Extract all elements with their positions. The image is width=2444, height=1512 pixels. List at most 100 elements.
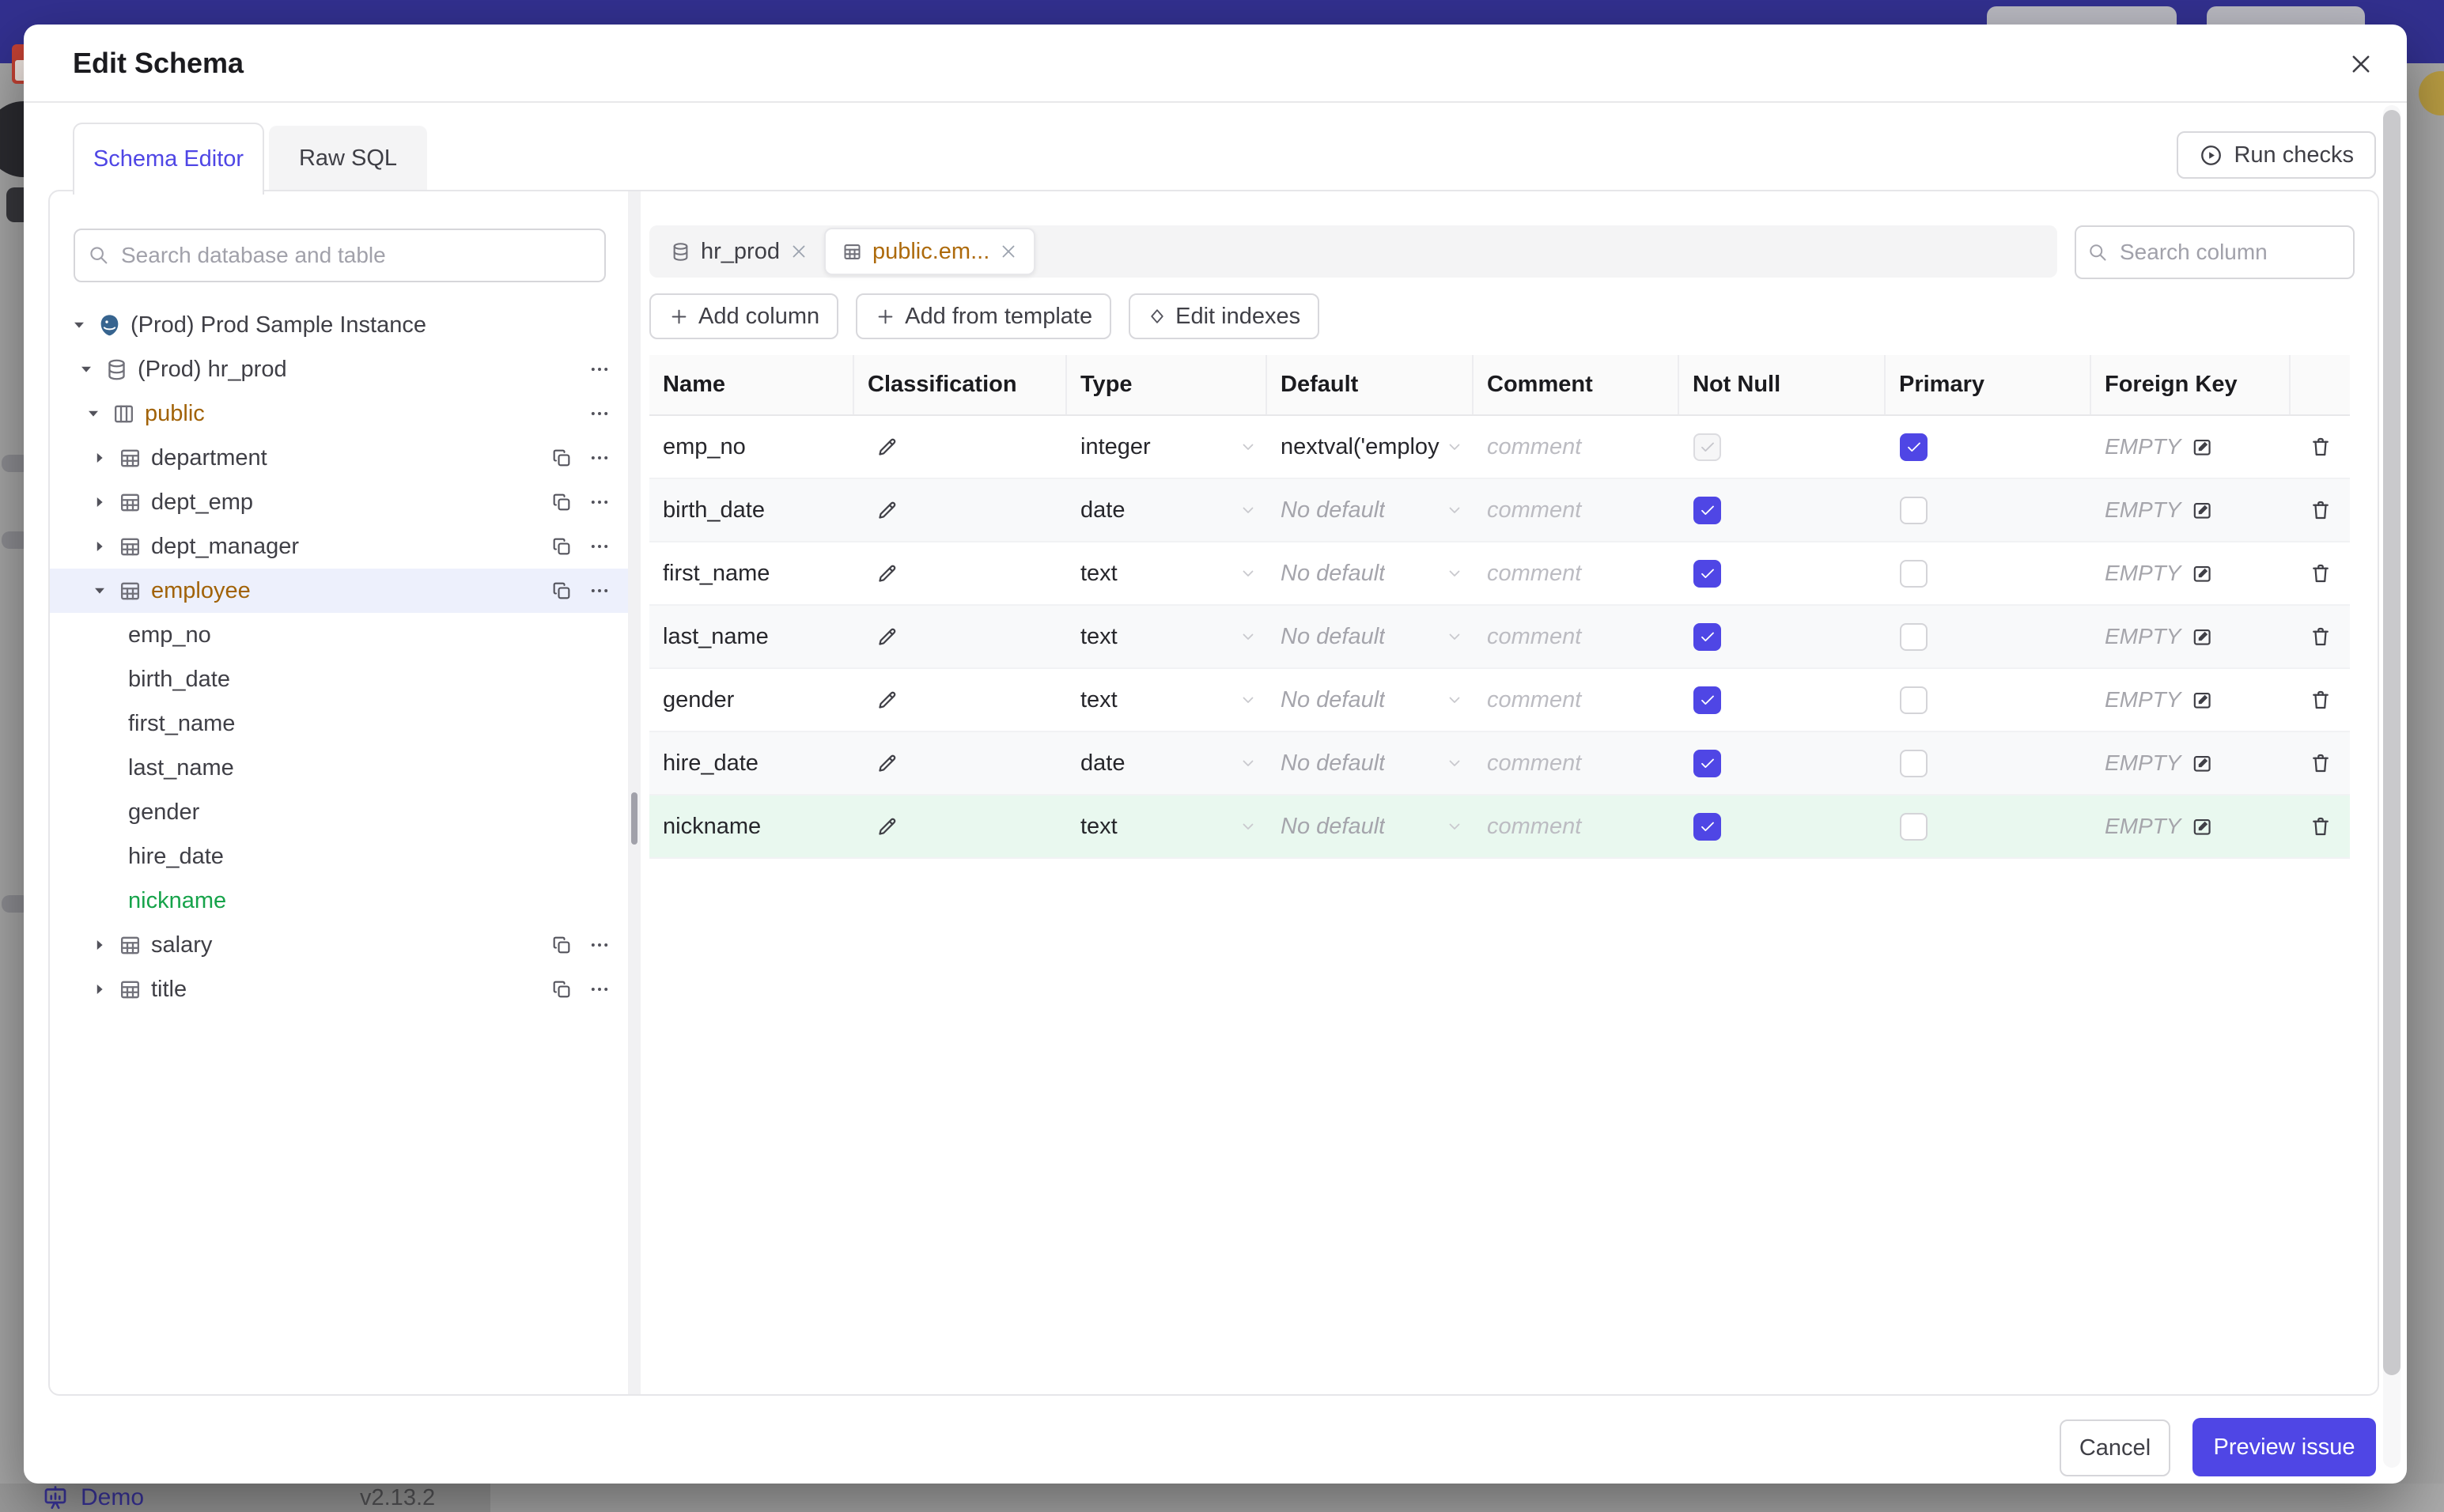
not-null-checkbox[interactable] (1693, 496, 1721, 524)
chevron-right-icon[interactable] (89, 979, 110, 1000)
chevron-right-icon[interactable] (89, 536, 110, 557)
more-actions-icon[interactable] (588, 403, 611, 425)
run-checks-button[interactable]: Run checks (2177, 131, 2376, 179)
primary-checkbox[interactable] (1900, 622, 1928, 651)
add-from-template-button[interactable]: Add from template (856, 293, 1112, 339)
more-actions-icon[interactable] (588, 934, 611, 956)
modal-scrollbar-thumb[interactable] (2383, 110, 2400, 1375)
edit-indexes-button[interactable]: Edit indexes (1129, 293, 1320, 339)
classification-pencil-icon[interactable] (876, 815, 899, 838)
default-select[interactable]: No default (1267, 497, 1474, 524)
primary-checkbox[interactable] (1900, 559, 1928, 588)
type-select[interactable]: date (1067, 750, 1267, 777)
more-actions-icon[interactable] (588, 978, 611, 1000)
chevron-right-icon[interactable] (89, 492, 110, 512)
default-select[interactable]: No default (1267, 687, 1474, 713)
tree-item-column-birth-date[interactable]: birth_date (50, 657, 628, 701)
delete-column-icon[interactable] (2309, 625, 2332, 648)
tree-item-table-salary[interactable]: salary (50, 923, 628, 967)
chevron-down-icon[interactable] (69, 315, 89, 335)
tree-item-table-dept-emp[interactable]: dept_emp (50, 480, 628, 524)
not-null-checkbox[interactable] (1693, 686, 1721, 714)
comment-input[interactable]: comment (1474, 561, 1679, 587)
chevron-down-icon[interactable] (89, 580, 110, 601)
tree-item-database-hr-prod[interactable]: (Prod) hr_prod (50, 347, 628, 391)
more-actions-icon[interactable] (588, 358, 611, 380)
type-select[interactable]: text (1067, 814, 1267, 840)
copy-icon[interactable] (550, 447, 573, 469)
tree-item-table-department[interactable]: department (50, 436, 628, 480)
tab-chip-hr-prod[interactable]: hr_prod (654, 225, 824, 278)
close-icon[interactable] (2344, 47, 2378, 81)
more-actions-icon[interactable] (588, 447, 611, 469)
primary-checkbox[interactable] (1900, 433, 1928, 461)
tree-item-column-hire-date[interactable]: hire_date (50, 834, 628, 879)
not-null-checkbox[interactable] (1693, 622, 1721, 651)
chevron-down-icon[interactable] (76, 359, 96, 380)
type-select[interactable]: text (1067, 561, 1267, 587)
chevron-right-icon[interactable] (89, 935, 110, 955)
chevron-down-icon[interactable] (83, 403, 104, 424)
type-select[interactable]: date (1067, 497, 1267, 524)
delete-column-icon[interactable] (2309, 498, 2332, 522)
close-icon[interactable] (789, 242, 808, 261)
primary-checkbox[interactable] (1900, 496, 1928, 524)
delete-column-icon[interactable] (2309, 435, 2332, 459)
default-select[interactable]: nextval('employ (1267, 434, 1474, 460)
comment-input[interactable]: comment (1474, 624, 1679, 650)
comment-input[interactable]: comment (1474, 687, 1679, 713)
not-null-checkbox[interactable] (1693, 749, 1721, 777)
classification-pencil-icon[interactable] (876, 626, 899, 648)
default-select[interactable]: No default (1267, 750, 1474, 777)
not-null-checkbox[interactable] (1693, 812, 1721, 841)
edit-foreign-key-icon[interactable] (2191, 499, 2214, 522)
tree-item-table-title[interactable]: title (50, 967, 628, 1011)
default-select[interactable]: No default (1267, 814, 1474, 840)
default-select[interactable]: No default (1267, 624, 1474, 650)
close-icon[interactable] (999, 242, 1018, 261)
tab-schema-editor[interactable]: Schema Editor (73, 123, 264, 195)
tree-item-schema-public[interactable]: public (50, 391, 628, 436)
type-select[interactable]: text (1067, 624, 1267, 650)
classification-pencil-icon[interactable] (876, 752, 899, 775)
more-actions-icon[interactable] (588, 491, 611, 513)
edit-foreign-key-icon[interactable] (2191, 752, 2214, 775)
delete-column-icon[interactable] (2309, 561, 2332, 585)
edit-foreign-key-icon[interactable] (2191, 436, 2214, 459)
tree-item-table-dept-manager[interactable]: dept_manager (50, 524, 628, 569)
tree-item-table-employee[interactable]: employee (50, 569, 628, 613)
classification-pencil-icon[interactable] (876, 436, 899, 459)
comment-input[interactable]: comment (1474, 814, 1679, 840)
classification-pencil-icon[interactable] (876, 499, 899, 522)
copy-icon[interactable] (550, 934, 573, 956)
primary-checkbox[interactable] (1900, 749, 1928, 777)
column-search-input[interactable] (2118, 239, 2342, 266)
add-column-button[interactable]: Add column (649, 293, 839, 339)
delete-column-icon[interactable] (2309, 751, 2332, 775)
cancel-button[interactable]: Cancel (2060, 1419, 2170, 1476)
default-select[interactable]: No default (1267, 561, 1474, 587)
database-search-input[interactable] (119, 242, 592, 269)
panel-resize-handle[interactable] (631, 792, 637, 845)
edit-foreign-key-icon[interactable] (2191, 815, 2214, 838)
tab-chip-public-employee[interactable]: public.em... (823, 228, 1036, 275)
tree-item-column-gender[interactable]: gender (50, 790, 628, 834)
type-select[interactable]: text (1067, 687, 1267, 713)
primary-checkbox[interactable] (1900, 812, 1928, 841)
comment-input[interactable]: comment (1474, 497, 1679, 524)
not-null-checkbox[interactable] (1693, 559, 1721, 588)
copy-icon[interactable] (550, 580, 573, 602)
tree-item-column-last-name[interactable]: last_name (50, 746, 628, 790)
classification-pencil-icon[interactable] (876, 562, 899, 585)
comment-input[interactable]: comment (1474, 750, 1679, 777)
edit-foreign-key-icon[interactable] (2191, 562, 2214, 585)
more-actions-icon[interactable] (588, 535, 611, 558)
copy-icon[interactable] (550, 535, 573, 558)
copy-icon[interactable] (550, 491, 573, 513)
more-actions-icon[interactable] (588, 580, 611, 602)
tree-item-column-nickname[interactable]: nickname (50, 879, 628, 923)
tab-raw-sql[interactable]: Raw SQL (269, 126, 427, 191)
tree-item-column-emp-no[interactable]: emp_no (50, 613, 628, 657)
demo-brand[interactable]: Demo (41, 1484, 144, 1512)
copy-icon[interactable] (550, 978, 573, 1000)
